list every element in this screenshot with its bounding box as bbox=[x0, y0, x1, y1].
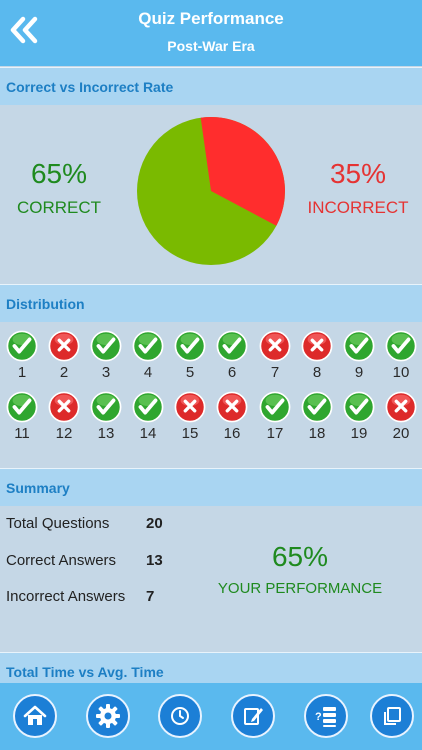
check-icon bbox=[132, 330, 164, 362]
correct-answers-value: 13 bbox=[146, 552, 163, 569]
question-number: 8 bbox=[312, 364, 322, 381]
incorrect-answers-value: 7 bbox=[146, 588, 155, 605]
question-number: 10 bbox=[392, 364, 410, 381]
distribution-item: 2 bbox=[46, 330, 82, 381]
distribution-item: 20 bbox=[383, 391, 419, 442]
page-subtitle: Post-War Era bbox=[167, 38, 255, 54]
incorrect-answers-label: Incorrect Answers bbox=[6, 588, 126, 605]
distribution-item: 17 bbox=[257, 391, 293, 442]
page-title: Quiz Performance bbox=[138, 9, 284, 28]
incorrect-percentage: 35% bbox=[329, 158, 387, 189]
tab-bar: ? bbox=[0, 683, 422, 750]
distribution-item: 3 bbox=[88, 330, 124, 381]
quiz-list-icon: ? bbox=[315, 707, 336, 727]
question-number: 6 bbox=[227, 364, 237, 381]
distribution-item: 16 bbox=[214, 391, 250, 442]
correct-answers-label: Correct Answers bbox=[6, 552, 117, 569]
check-icon bbox=[216, 330, 248, 362]
clock-icon bbox=[171, 707, 189, 725]
check-icon bbox=[343, 330, 375, 362]
correct-incorrect-pie-chart bbox=[137, 117, 285, 265]
distribution-item: 11 bbox=[4, 391, 40, 442]
cross-icon bbox=[301, 330, 333, 362]
check-icon bbox=[90, 391, 122, 423]
copy-icon bbox=[384, 707, 401, 725]
question-number: 19 bbox=[350, 425, 368, 442]
question-number: 9 bbox=[354, 364, 364, 381]
distribution-item: 15 bbox=[172, 391, 208, 442]
question-number: 5 bbox=[185, 364, 195, 381]
question-number: 2 bbox=[59, 364, 69, 381]
incorrect-label: INCORRECT bbox=[307, 198, 409, 217]
settings-tab[interactable] bbox=[86, 694, 130, 738]
notes-tab[interactable] bbox=[231, 694, 275, 738]
check-icon bbox=[90, 330, 122, 362]
total-questions-value: 20 bbox=[146, 515, 163, 532]
check-icon bbox=[174, 330, 206, 362]
question-number: 7 bbox=[270, 364, 280, 381]
check-icon bbox=[343, 391, 375, 423]
performance-label: YOUR PERFORMANCE bbox=[217, 580, 383, 597]
check-icon bbox=[132, 391, 164, 423]
copy-tab[interactable] bbox=[370, 694, 414, 738]
cross-icon bbox=[385, 391, 417, 423]
question-number: 12 bbox=[55, 425, 73, 442]
cross-icon bbox=[259, 330, 291, 362]
nav-header: Quiz Performance Post-War Era bbox=[0, 0, 422, 66]
question-number: 3 bbox=[101, 364, 111, 381]
quiz-list-tab[interactable]: ? bbox=[304, 694, 348, 738]
distribution-item: 12 bbox=[46, 391, 82, 442]
cross-icon bbox=[48, 391, 80, 423]
total-questions-label: Total Questions bbox=[6, 515, 110, 532]
check-icon bbox=[259, 391, 291, 423]
distribution-item: 13 bbox=[88, 391, 124, 442]
gear-icon bbox=[96, 704, 120, 728]
cross-icon bbox=[48, 330, 80, 362]
correct-percentage: 65% bbox=[30, 158, 88, 189]
check-icon bbox=[385, 330, 417, 362]
history-tab[interactable] bbox=[158, 694, 202, 738]
distribution-item: 18 bbox=[299, 391, 335, 442]
correct-label: CORRECT bbox=[16, 198, 102, 217]
question-number: 11 bbox=[14, 425, 30, 442]
question-number: 20 bbox=[392, 425, 410, 442]
question-number: 15 bbox=[181, 425, 199, 442]
distribution-item: 1 bbox=[4, 330, 40, 381]
distribution-item: 6 bbox=[214, 330, 250, 381]
home-tab[interactable] bbox=[13, 694, 57, 738]
check-icon bbox=[6, 330, 38, 362]
question-number: 18 bbox=[308, 425, 326, 442]
cross-icon bbox=[216, 391, 248, 423]
question-number: 14 bbox=[139, 425, 157, 442]
distribution-item: 19 bbox=[341, 391, 377, 442]
question-number: 4 bbox=[143, 364, 153, 381]
check-icon bbox=[301, 391, 333, 423]
distribution-item: 9 bbox=[341, 330, 377, 381]
distribution-item: 14 bbox=[130, 391, 166, 442]
question-number: 13 bbox=[97, 425, 115, 442]
question-number: 17 bbox=[266, 425, 284, 442]
edit-icon bbox=[244, 708, 263, 725]
distribution-item: 7 bbox=[257, 330, 293, 381]
svg-text:?: ? bbox=[315, 711, 322, 723]
distribution-item: 4 bbox=[130, 330, 166, 381]
home-icon bbox=[23, 705, 47, 725]
check-icon bbox=[6, 391, 38, 423]
section-title-rate: Correct vs Incorrect Rate bbox=[0, 67, 422, 105]
question-number: 1 bbox=[17, 364, 27, 381]
distribution-item: 10 bbox=[383, 330, 419, 381]
section-title-summary: Summary bbox=[0, 468, 422, 506]
section-title-distribution: Distribution bbox=[0, 284, 422, 322]
performance-percentage: 65% bbox=[271, 541, 329, 572]
distribution-item: 5 bbox=[172, 330, 208, 381]
cross-icon bbox=[174, 391, 206, 423]
question-number: 16 bbox=[223, 425, 241, 442]
distribution-item: 8 bbox=[299, 330, 335, 381]
